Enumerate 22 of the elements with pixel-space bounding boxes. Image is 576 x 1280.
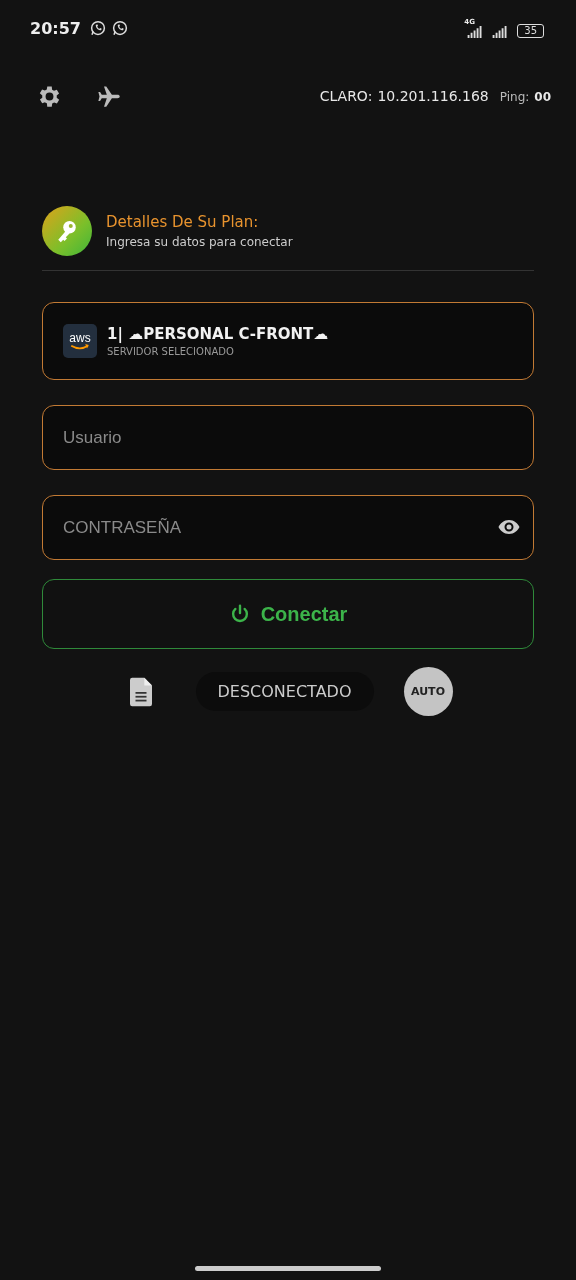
carrier-label: CLARO: xyxy=(319,88,373,104)
username-field[interactable]: Usuario xyxy=(42,405,534,470)
connection-status: DESCONECTADO xyxy=(195,672,374,711)
plan-subtitle: Ingresa su datos para conectar xyxy=(106,235,293,249)
document-icon[interactable] xyxy=(129,676,152,707)
connect-button[interactable]: Conectar xyxy=(42,579,534,649)
ping-value: 00 xyxy=(534,90,551,104)
plan-title: Detalles De Su Plan: xyxy=(106,213,260,231)
ping-label: Ping: xyxy=(499,90,530,104)
smile-arrow-icon xyxy=(69,343,91,351)
ip-address: 10.201.116.168 xyxy=(377,88,489,104)
cloud-logo-icon: aws xyxy=(63,324,97,358)
key-icon xyxy=(42,206,92,256)
battery-level: 35 xyxy=(517,23,544,38)
clock-time: 20:57 xyxy=(30,18,81,38)
server-caption: SERVIDOR SELECIONADO xyxy=(107,346,235,357)
chat-notification-icon xyxy=(110,19,129,37)
chat-notification-icon xyxy=(88,19,107,37)
password-field[interactable]: CONTRASEÑA xyxy=(42,495,534,560)
auto-button[interactable]: AUTO xyxy=(403,667,453,716)
server-name: 1| ☁PERSONAL C-FRONT☁ xyxy=(107,325,329,343)
server-selector[interactable]: aws 1| ☁PERSONAL C-FRONT☁ SERVIDOR SELECIONADO xyxy=(42,302,534,380)
